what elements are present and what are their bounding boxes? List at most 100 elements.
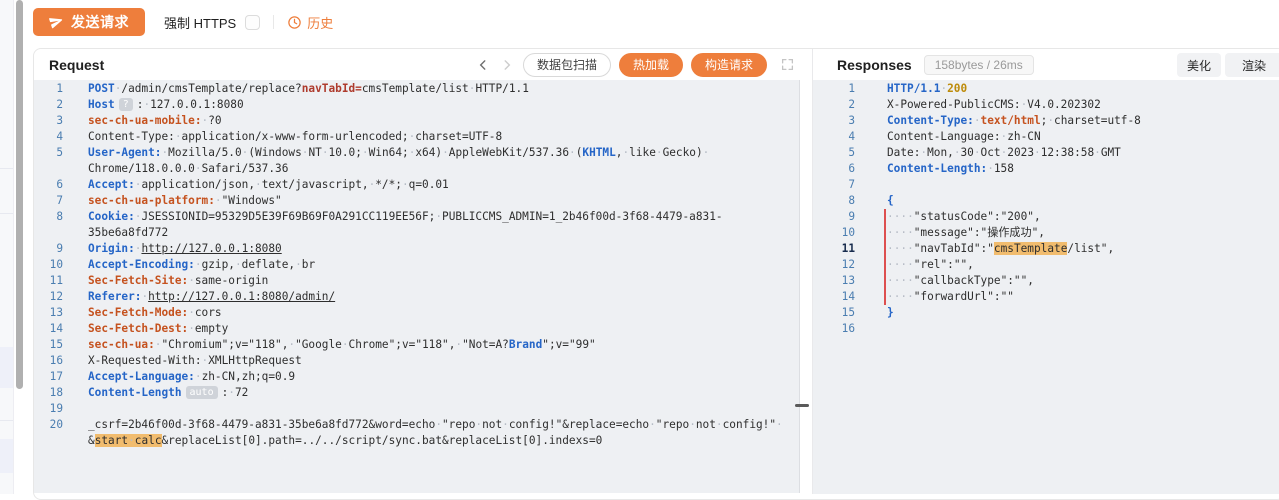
line-number: 7 xyxy=(34,193,88,209)
line-number: 20 xyxy=(34,417,88,449)
url-link[interactable]: http://127.0.0.1:8080 xyxy=(141,242,281,255)
history-button[interactable]: 历史 xyxy=(287,13,333,32)
code-token: Referer: xyxy=(88,290,141,303)
responses-title: Responses xyxy=(837,57,912,73)
fullscreen-button[interactable] xyxy=(781,58,794,71)
send-request-button[interactable]: 发送请求 xyxy=(33,8,145,36)
code-token: HTTP/1.1 xyxy=(887,82,940,95)
code-line[interactable]: 6Content-Length: 158 xyxy=(813,161,1279,177)
chevron-right-icon xyxy=(500,58,514,72)
code-line[interactable]: 13Sec-Fetch-Mode: cors xyxy=(34,305,799,321)
code-line[interactable]: 14Sec-Fetch-Dest: empty xyxy=(34,321,799,337)
page-scrollbar[interactable] xyxy=(16,0,23,389)
line-number: 12 xyxy=(813,257,887,273)
code-token: 158 xyxy=(987,162,1014,175)
fullscreen-icon xyxy=(781,58,794,71)
clock-icon xyxy=(287,15,302,30)
response-editor[interactable]: 1HTTP/1.1 2002X-Powered-PublicCMS: V4.0.… xyxy=(813,80,1279,494)
code-line[interactable]: 10Accept-Encoding: gzip, deflate, br xyxy=(34,257,799,273)
code-line[interactable]: 2Host?: 127.0.0.1:8080 xyxy=(34,97,799,113)
responses-header: Responses 158bytes / 26ms 美化 渲染 xyxy=(813,49,1279,80)
code-token: zh-CN,zh;q=0.9 xyxy=(195,370,295,383)
code-line[interactable]: 13 "callbackType":"", xyxy=(813,273,1279,289)
line-number: 4 xyxy=(813,129,887,145)
code-line[interactable]: 2X-Powered-PublicCMS: V4.0.202302 xyxy=(813,97,1279,113)
code-token: cors xyxy=(188,306,221,319)
code-line[interactable]: 15} xyxy=(813,305,1279,321)
code-line[interactable]: 8Cookie: JSESSIONID=95329D5E39F69B69F0A2… xyxy=(34,209,799,241)
line-number: 9 xyxy=(34,241,88,257)
code-token: "navTabId":" xyxy=(887,242,994,255)
code-line[interactable]: 12Referer: http://127.0.0.1:8080/admin/ xyxy=(34,289,799,305)
code-line[interactable]: 16X-Requested-With: XMLHttpRequest xyxy=(34,353,799,369)
inline-badge[interactable]: ? xyxy=(119,98,133,111)
code-token: sec-ch-ua-mobile: xyxy=(88,114,202,127)
line-number: 7 xyxy=(813,177,887,193)
code-line[interactable]: 20_csrf=2b46f00d-3f68-4479-a831-35be6a8f… xyxy=(34,417,799,449)
code-line[interactable]: 18Content-Lengthauto: 72 xyxy=(34,385,799,401)
code-token: &replaceList[0].path=../../script/sync.b… xyxy=(162,434,603,447)
request-editor[interactable]: 1POST /admin/cmsTemplate/replace?navTabI… xyxy=(34,80,800,493)
force-https-label: 强制 HTTPS xyxy=(164,13,236,32)
line-number: 1 xyxy=(813,81,887,97)
code-line[interactable]: 11Sec-Fetch-Site: same-origin xyxy=(34,273,799,289)
line-number: 15 xyxy=(813,305,887,321)
code-token: Content-Length xyxy=(88,386,182,399)
code-line[interactable]: 11 "navTabId":"cmsTemplate/list", xyxy=(813,241,1279,257)
code-line[interactable]: 19 xyxy=(34,401,799,417)
code-token: Sec-Fetch-Dest: xyxy=(88,322,188,335)
code-line[interactable]: 9 "statusCode":"200", xyxy=(813,209,1279,225)
force-https-checkbox[interactable] xyxy=(245,15,260,30)
nav-next-button[interactable] xyxy=(499,58,515,72)
code-token: Origin: xyxy=(88,242,135,255)
code-line[interactable]: 8{ xyxy=(813,193,1279,209)
code-line[interactable]: 16 xyxy=(813,321,1279,337)
code-line[interactable]: 10 "message":"操作成功", xyxy=(813,225,1279,241)
splitter-handle[interactable] xyxy=(795,404,809,407)
code-token: ; charset=utf-8 xyxy=(1041,114,1141,127)
render-button[interactable]: 渲染 xyxy=(1225,53,1279,77)
nav-prev-button[interactable] xyxy=(475,58,491,72)
build-request-button[interactable]: 构造请求 xyxy=(691,53,767,77)
code-line[interactable]: 12 "rel":"", xyxy=(813,257,1279,273)
packet-scan-button[interactable]: 数据包扫描 xyxy=(523,53,611,77)
code-line[interactable]: 3sec-ch-ua-mobile: ?0 xyxy=(34,113,799,129)
code-line[interactable]: 9Origin: http://127.0.0.1:8080 xyxy=(34,241,799,257)
code-line[interactable]: 14 "forwardUrl":"" xyxy=(813,289,1279,305)
code-token xyxy=(940,82,947,95)
code-line[interactable]: 1HTTP/1.1 200 xyxy=(813,81,1279,97)
code-token: Date: Mon, 30 Oct 2023 12:38:58 GMT xyxy=(887,146,1121,159)
code-token: POST xyxy=(88,82,115,95)
toolbar-divider xyxy=(273,15,274,29)
line-number: 11 xyxy=(813,241,887,257)
code-token: Accept-Encoding: xyxy=(88,258,195,271)
code-token: ?0 xyxy=(202,114,222,127)
inline-badge[interactable]: auto xyxy=(186,386,218,399)
line-number: 13 xyxy=(34,305,88,321)
code-line[interactable]: 1POST /admin/cmsTemplate/replace?navTabI… xyxy=(34,81,799,97)
line-number: 5 xyxy=(34,145,88,177)
code-token: sec-ch-ua: xyxy=(88,338,155,351)
code-line[interactable]: 4Content-Language: zh-CN xyxy=(813,129,1279,145)
code-line[interactable]: 7 xyxy=(813,177,1279,193)
code-line[interactable]: 4Content-Type: application/x-www-form-ur… xyxy=(34,129,799,145)
code-token: Host xyxy=(88,98,115,111)
hot-reload-button[interactable]: 热加载 xyxy=(619,53,683,77)
code-token xyxy=(141,290,148,303)
code-line[interactable]: 15sec-ch-ua: "Chromium";v="118", "Google… xyxy=(34,337,799,353)
rail-item xyxy=(0,439,13,473)
code-line[interactable]: 5User-Agent: Mozilla/5.0 (Windows NT 10.… xyxy=(34,145,799,177)
code-line[interactable]: 17Accept-Language: zh-CN,zh;q=0.9 xyxy=(34,369,799,385)
code-token: ";v="99" xyxy=(542,338,595,351)
code-line[interactable]: 7sec-ch-ua-platform: "Windows" xyxy=(34,193,799,209)
highlight-match: start calc xyxy=(95,434,162,447)
code-line[interactable]: 3Content-Type: text/html; charset=utf-8 xyxy=(813,113,1279,129)
line-number: 2 xyxy=(34,97,88,113)
beautify-button[interactable]: 美化 xyxy=(1177,53,1221,77)
url-link[interactable]: http://127.0.0.1:8080/admin/ xyxy=(148,290,335,303)
line-number: 8 xyxy=(813,193,887,209)
code-token: cmsTemplate/list HTTP/1.1 xyxy=(362,82,529,95)
line-number: 4 xyxy=(34,129,88,145)
code-line[interactable]: 5Date: Mon, 30 Oct 2023 12:38:58 GMT xyxy=(813,145,1279,161)
code-line[interactable]: 6Accept: application/json, text/javascri… xyxy=(34,177,799,193)
